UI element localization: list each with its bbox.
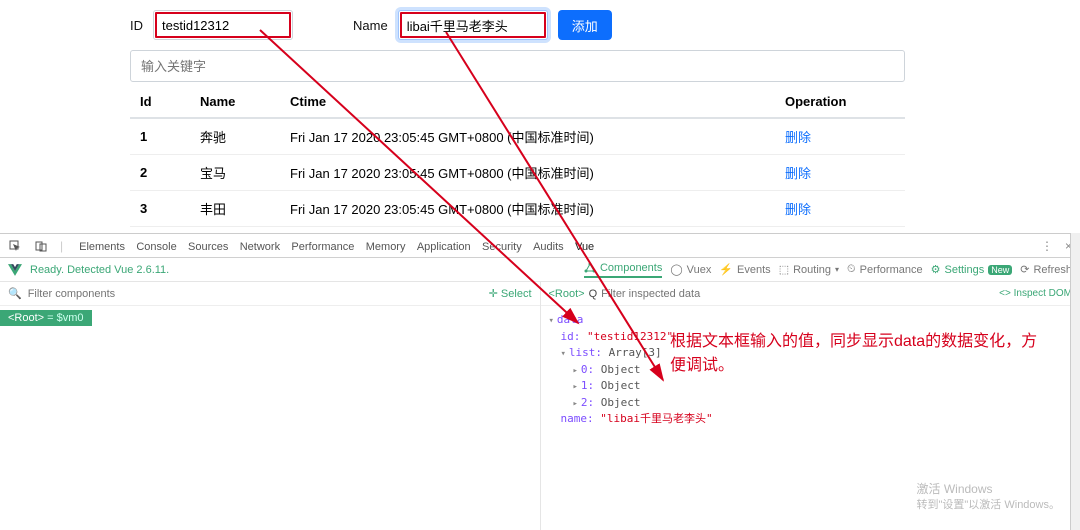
add-button[interactable]: 添加 bbox=[558, 10, 612, 40]
tab-vuex[interactable]: ◯Vuex bbox=[670, 263, 711, 276]
component-tree-root[interactable]: <Root> = $vm0 bbox=[0, 310, 92, 326]
search-input[interactable] bbox=[130, 50, 905, 82]
form-row: ID Name 添加 bbox=[130, 10, 1070, 40]
delete-link[interactable]: 删除 bbox=[785, 202, 811, 217]
cell-id: 2 bbox=[130, 155, 190, 191]
cell-name: 奔驰 bbox=[190, 118, 280, 155]
table-row: 2宝马Fri Jan 17 2020 23:05:45 GMT+0800 (中国… bbox=[130, 155, 905, 191]
windows-watermark: 激活 Windows 转到"设置"以激活 Windows。 bbox=[917, 482, 1061, 512]
cell-name: 宝马 bbox=[190, 155, 280, 191]
devtools-tab-memory[interactable]: Memory bbox=[362, 239, 410, 255]
table-row: 1奔驰Fri Jan 17 2020 23:05:45 GMT+0800 (中国… bbox=[130, 118, 905, 155]
tab-components[interactable]: Components bbox=[584, 262, 662, 278]
device-toggle-icon[interactable] bbox=[34, 239, 48, 253]
cell-ctime: Fri Jan 17 2020 23:05:45 GMT+0800 (中国标准时… bbox=[280, 118, 775, 155]
th-ctime: Ctime bbox=[280, 86, 775, 118]
devtools-tab-network[interactable]: Network bbox=[236, 239, 284, 255]
tab-settings[interactable]: ⚙SettingsNew bbox=[931, 263, 1013, 276]
vue-status-bar: Ready. Detected Vue 2.6.11. Components ◯… bbox=[0, 258, 1080, 282]
inspect-element-icon[interactable] bbox=[8, 239, 22, 253]
devtools-tabbar: | Elements Console Sources Network Perfo… bbox=[0, 234, 1080, 258]
tab-routing[interactable]: ⬚Routing▾ bbox=[779, 263, 839, 276]
list-item[interactable]: 1: Object bbox=[549, 378, 1073, 395]
cell-name: 丰田 bbox=[190, 191, 280, 227]
breadcrumb-root[interactable]: <Root> bbox=[549, 288, 585, 300]
devtools-tab-audits[interactable]: Audits bbox=[529, 239, 568, 255]
id-label: ID bbox=[130, 18, 143, 33]
delete-link[interactable]: 删除 bbox=[785, 130, 811, 145]
vue-status-text: Ready. Detected Vue 2.6.11. bbox=[30, 264, 169, 276]
scrollbar-track[interactable] bbox=[1070, 233, 1080, 530]
devtools-tab-sources[interactable]: Sources bbox=[184, 239, 232, 255]
id-input[interactable] bbox=[153, 10, 293, 40]
data-table: Id Name Ctime Operation 1奔驰Fri Jan 17 20… bbox=[130, 86, 905, 227]
cell-id: 3 bbox=[130, 191, 190, 227]
cell-ctime: Fri Jan 17 2020 23:05:45 GMT+0800 (中国标准时… bbox=[280, 191, 775, 227]
delete-link[interactable]: 删除 bbox=[785, 166, 811, 181]
devtools-tab-security[interactable]: Security bbox=[478, 239, 526, 255]
tab-performance[interactable]: ⏲Performance bbox=[847, 263, 923, 276]
devtools-tab-application[interactable]: Application bbox=[413, 239, 475, 255]
devtools-tab-performance[interactable]: Performance bbox=[287, 239, 358, 255]
devtools-tab-vue[interactable]: Vue bbox=[571, 239, 598, 255]
th-id: Id bbox=[130, 86, 190, 118]
annotation-text: 根据文本框输入的值，同步显示data的数据变化，方便调试。 bbox=[670, 330, 1050, 378]
refresh-button[interactable]: ⟳Refresh bbox=[1020, 263, 1072, 276]
inspect-dom-link[interactable]: <> Inspect DOM bbox=[999, 288, 1072, 299]
cell-ctime: Fri Jan 17 2020 23:05:45 GMT+0800 (中国标准时… bbox=[280, 155, 775, 191]
cell-id: 1 bbox=[130, 118, 190, 155]
tab-events[interactable]: ⚡Events bbox=[719, 263, 770, 276]
search-icon: 🔍 bbox=[8, 287, 22, 300]
th-name: Name bbox=[190, 86, 280, 118]
filter-components-input[interactable] bbox=[28, 288, 483, 300]
filter-components-row: 🔍 ✛ Select bbox=[0, 282, 540, 306]
name-input[interactable] bbox=[398, 10, 548, 40]
devtools-tab-console[interactable]: Console bbox=[132, 239, 180, 255]
vue-logo-icon bbox=[8, 263, 22, 277]
inspector-breadcrumb: <Root> Q <> Inspect DOM bbox=[541, 282, 1080, 306]
breadcrumb-q: Q bbox=[589, 288, 598, 300]
filter-inspected-input[interactable] bbox=[601, 288, 711, 300]
name-label: Name bbox=[353, 18, 388, 33]
table-row: 3丰田Fri Jan 17 2020 23:05:45 GMT+0800 (中国… bbox=[130, 191, 905, 227]
th-operation: Operation bbox=[775, 86, 905, 118]
devtools-tab-elements[interactable]: Elements bbox=[75, 239, 129, 255]
list-item[interactable]: 2: Object bbox=[549, 395, 1073, 412]
select-component-button[interactable]: ✛ Select bbox=[489, 287, 532, 300]
more-icon[interactable]: ⋮ bbox=[1041, 239, 1053, 253]
